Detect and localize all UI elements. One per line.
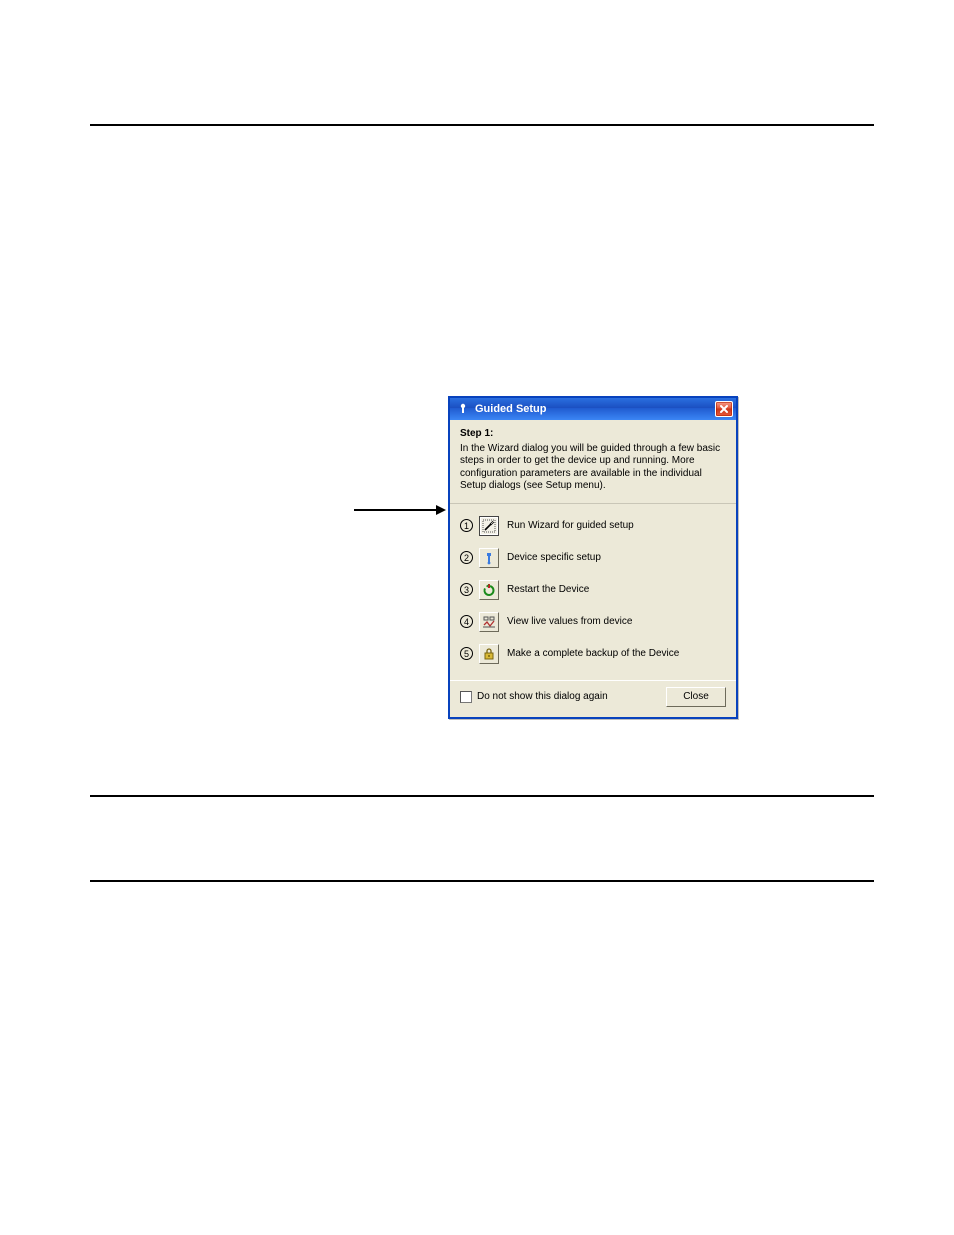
intro-panel: Step 1: In the Wizard dialog you will be… — [450, 420, 736, 504]
dialog-title: Guided Setup — [475, 403, 715, 415]
step-row-1: 1 Run Wizard for guided setup — [460, 516, 726, 536]
page-divider — [90, 795, 874, 797]
close-button-label: Close — [683, 691, 709, 702]
window-close-button[interactable] — [715, 401, 733, 417]
steps-list: 1 Run Wizard for guided setup 2 Device s… — [450, 504, 736, 678]
step-label: Restart the Device — [507, 584, 589, 595]
backup-icon-button[interactable] — [479, 644, 499, 664]
step-row-3: 3 Restart the Device — [460, 580, 726, 600]
restart-icon-button[interactable] — [479, 580, 499, 600]
step-row-2: 2 Device specific setup — [460, 548, 726, 568]
intro-heading: Step 1: — [460, 428, 726, 441]
dialog-footer: Do not show this dialog again Close — [450, 680, 736, 717]
step-label: Device specific setup — [507, 552, 601, 563]
step-row-4: 4 View live values from device — [460, 612, 726, 632]
step-row-5: 5 Make a complete backup of the Device — [460, 644, 726, 664]
page-divider — [90, 124, 874, 126]
step-number: 5 — [460, 647, 473, 660]
dont-show-label: Do not show this dialog again — [477, 691, 666, 702]
guided-setup-dialog: Guided Setup Step 1: In the Wizard dialo… — [448, 396, 738, 719]
callout-arrow — [354, 505, 446, 515]
titlebar[interactable]: Guided Setup — [450, 398, 736, 420]
live-values-icon-button[interactable] — [479, 612, 499, 632]
intro-text: In the Wizard dialog you will be guided … — [460, 443, 720, 492]
step-label: View live values from device — [507, 616, 632, 627]
device-setup-icon-button[interactable] — [479, 548, 499, 568]
step-number: 1 — [460, 519, 473, 532]
wizard-icon-button[interactable] — [479, 516, 499, 536]
step-number: 2 — [460, 551, 473, 564]
step-number: 3 — [460, 583, 473, 596]
page-divider — [90, 880, 874, 882]
step-label: Make a complete backup of the Device — [507, 648, 679, 659]
dont-show-checkbox[interactable] — [460, 691, 472, 703]
app-icon — [456, 402, 470, 416]
close-button[interactable]: Close — [666, 687, 726, 707]
step-number: 4 — [460, 615, 473, 628]
step-label: Run Wizard for guided setup — [507, 520, 634, 531]
